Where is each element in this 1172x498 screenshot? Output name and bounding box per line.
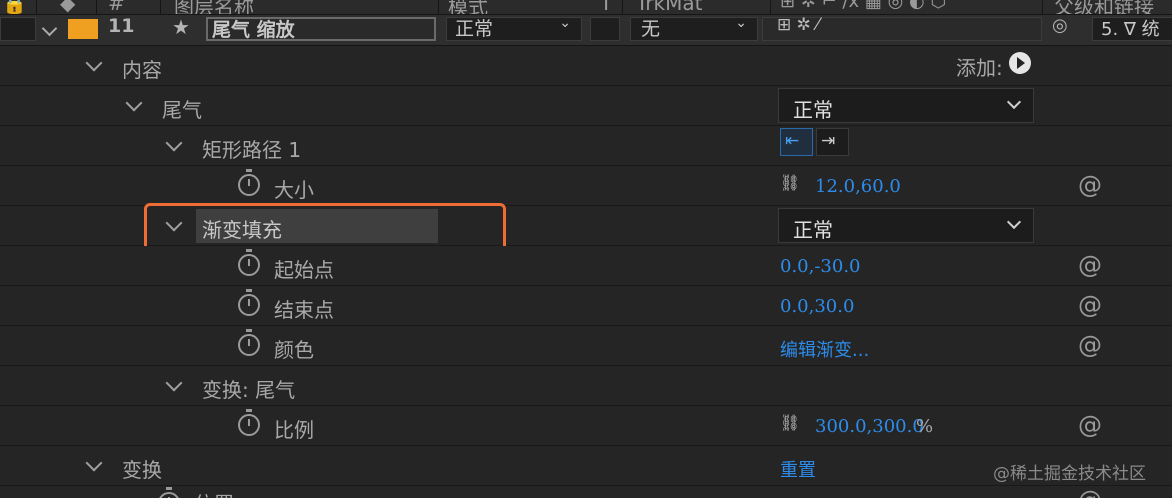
layer-label-color[interactable] (68, 19, 98, 39)
reset-link[interactable]: 重置 (780, 456, 816, 482)
constrain-link-icon[interactable]: ⛓ (777, 414, 803, 432)
chevron-down-icon (1006, 214, 1022, 230)
layer-number: 11 (108, 15, 135, 37)
size-label: 大小 (274, 178, 314, 202)
stopwatch-icon[interactable] (238, 249, 260, 276)
row-content[interactable]: 内容 添加: (0, 46, 1172, 86)
tail-blend-mode-dropdown[interactable]: 正常 (778, 88, 1034, 123)
pickwhip-icon[interactable]: ◎ (1052, 15, 1068, 36)
preserve-transparency-toggle[interactable] (590, 17, 620, 41)
layer-mode-dropdown[interactable]: 正常 ⌄ (446, 15, 582, 41)
chevron-down-icon[interactable] (165, 374, 183, 392)
start-point-value[interactable]: 0.0,-30.0 (780, 256, 861, 277)
col-number[interactable]: # (108, 0, 125, 14)
row-color[interactable]: 颜色 编辑渐变... @ (0, 326, 1172, 366)
stopwatch-icon[interactable] (238, 169, 260, 196)
position-label: 位置 (194, 488, 234, 498)
row-start-point[interactable]: 起始点 0.0,-30.0 @ (0, 246, 1172, 286)
row-rect-path[interactable]: 矩形路径 1 (0, 126, 1172, 166)
expression-spiral-icon[interactable]: @ (1078, 411, 1102, 439)
label-icon[interactable]: ◆ (60, 0, 75, 14)
trkmat-dropdown[interactable]: 无 ⌄ (630, 15, 758, 41)
expression-spiral-icon[interactable]: @ (1078, 171, 1102, 199)
col-parent[interactable]: 父级和链接 (1054, 0, 1154, 14)
edit-gradient-link[interactable]: 编辑渐变... (780, 336, 869, 362)
path-direction-toggles[interactable]: ⇤ ⇥ (780, 128, 850, 156)
parent-dropdown[interactable]: 5. ∇ 统一 (1092, 17, 1172, 41)
content-label: 内容 (122, 58, 162, 82)
chevron-down-icon: ⌄ (559, 15, 571, 31)
col-layer-name[interactable]: 图层名称 (174, 0, 254, 14)
row-size[interactable]: 大小 ⛓ 12.0,60.0 @ (0, 166, 1172, 206)
star-icon: ★ (172, 15, 190, 39)
rect-path-label: 矩形路径 1 (202, 138, 302, 162)
col-t[interactable]: T (600, 0, 612, 14)
expression-spiral-icon[interactable]: @ (1078, 486, 1102, 498)
color-label: 颜色 (274, 338, 314, 362)
row-scale[interactable]: 比例 ⛓ 300.0,300.0 % @ (0, 406, 1172, 446)
scale-label: 比例 (274, 418, 314, 442)
stopwatch-icon[interactable] (158, 487, 180, 498)
stopwatch-icon[interactable] (238, 289, 260, 316)
layer-name-field[interactable]: 尾气 缩放 (206, 17, 436, 41)
chevron-down-icon[interactable] (125, 94, 143, 112)
path-direction-reverse-icon[interactable]: ⇤ (780, 128, 813, 156)
col-mode[interactable]: 模式 (448, 0, 488, 14)
stopwatch-icon[interactable] (238, 329, 260, 356)
transform-label: 变换 (122, 458, 162, 482)
chevron-down-icon (1006, 94, 1022, 110)
layer-av-switch[interactable] (0, 17, 36, 41)
annotation-highlight-box (144, 203, 506, 252)
watermark: @稀土掘金技术社区 (993, 464, 1146, 484)
layer-expand-chevron[interactable] (41, 20, 58, 37)
stopwatch-icon[interactable] (238, 409, 260, 436)
chevron-down-icon[interactable] (165, 134, 183, 152)
add-menu-icon[interactable] (1009, 52, 1031, 74)
switches-icons[interactable]: ⊞ ✲ ⌐ /x ▦ ◎ ◐ ⬡ (780, 0, 946, 12)
layer-switches[interactable]: ⊞ ✲ ⁄ (762, 15, 1042, 41)
row-tail-group[interactable]: 尾气 正常 (0, 86, 1172, 126)
expression-spiral-icon[interactable]: @ (1078, 251, 1102, 279)
chevron-down-icon[interactable] (85, 54, 103, 72)
switch-icons: ⊞ ✲ ⁄ (777, 15, 820, 35)
expression-spiral-icon[interactable]: @ (1078, 291, 1102, 319)
end-point-value[interactable]: 0.0,30.0 (780, 296, 854, 317)
size-value[interactable]: 12.0,60.0 (815, 176, 901, 197)
scale-unit: % (916, 416, 934, 437)
layer-row[interactable]: 11 ★ 尾气 缩放 正常 ⌄ 无 ⌄ ⊞ ✲ ⁄ ◎ 5. ∇ 统一 (0, 15, 1172, 46)
row-end-point[interactable]: 结束点 0.0,30.0 @ (0, 286, 1172, 326)
timeline-column-header: 🔒 ◆ # 图层名称 模式 T TrkMat ⊞ ✲ ⌐ /x ▦ ◎ ◐ ⬡ … (0, 0, 1172, 15)
constrain-link-icon[interactable]: ⛓ (777, 174, 803, 192)
end-point-label: 结束点 (274, 298, 334, 322)
row-position-partial[interactable]: 位置 @ (0, 486, 1172, 498)
chevron-down-icon[interactable] (85, 454, 103, 472)
add-label: 添加: (956, 56, 1003, 80)
expression-spiral-icon[interactable]: @ (1078, 331, 1102, 359)
transform-tail-label: 变换: 尾气 (202, 378, 296, 402)
tail-group-label: 尾气 (162, 98, 202, 122)
path-direction-forward-icon[interactable]: ⇥ (816, 128, 849, 156)
gradient-blend-mode-dropdown[interactable]: 正常 (778, 208, 1034, 243)
chevron-down-icon: ⌄ (735, 15, 747, 31)
row-transform-tail[interactable]: 变换: 尾气 (0, 366, 1172, 406)
scale-value[interactable]: 300.0,300.0 (815, 416, 924, 437)
col-trkmat[interactable]: TrkMat (636, 0, 702, 14)
start-point-label: 起始点 (274, 258, 334, 282)
lock-icon[interactable]: 🔒 (2, 0, 27, 14)
